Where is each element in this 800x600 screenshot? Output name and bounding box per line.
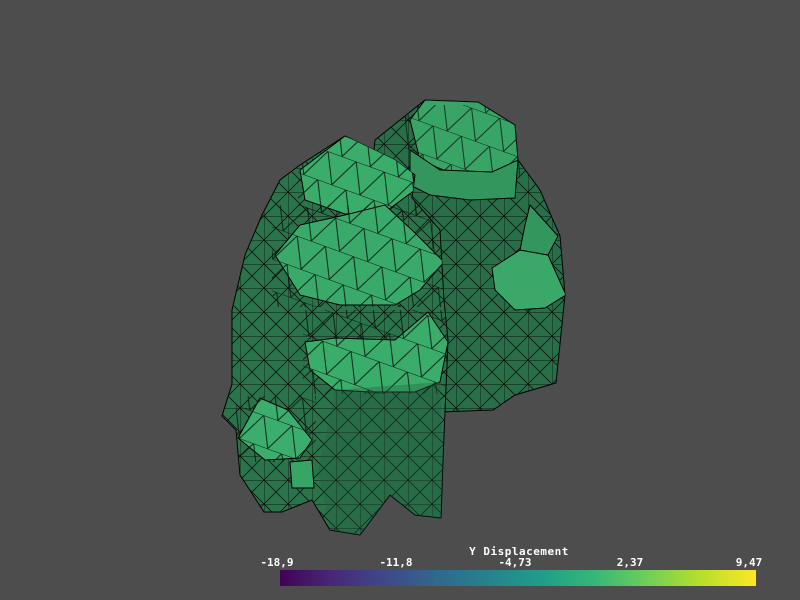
colorbar-tick-label: -18,9: [260, 556, 294, 569]
3d-viewport[interactable]: [0, 0, 800, 600]
colorbar-tick-label: -11,8: [379, 556, 413, 569]
colorbar-tick-label: 2,37: [616, 556, 644, 569]
colorbar-gradient: [280, 570, 756, 586]
colorbar-tick-label: -4,73: [498, 556, 532, 569]
colorbar-tick-label: 9,47: [735, 556, 763, 569]
